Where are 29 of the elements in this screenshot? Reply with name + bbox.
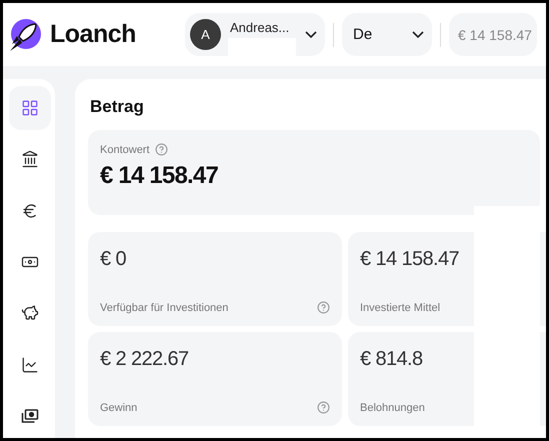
stat-value: € 0 [100, 248, 128, 271]
stat-value: € 2 222.67 [100, 348, 190, 371]
section-title: Betrag [89, 97, 145, 117]
rocket-logo-icon [8, 18, 42, 52]
brand-name: Loanch [50, 20, 136, 49]
help-icon[interactable] [154, 143, 168, 156]
bank-icon [20, 150, 38, 168]
summary-label: Kontowert [100, 144, 150, 156]
stat-label: Investierte Mittel [360, 302, 440, 314]
chevron-icon [305, 31, 317, 38]
language-select[interactable]: De [342, 13, 432, 56]
stat-value: € 814.8 [360, 348, 424, 371]
balance-display: € 14 158.47 [449, 13, 537, 56]
help-icon[interactable] [317, 301, 330, 314]
euro-icon [20, 202, 38, 220]
chart-icon [20, 356, 38, 374]
user-name: Andreas... [230, 20, 290, 35]
summary-value: € 14 158.47 [100, 162, 219, 190]
grid-icon [20, 99, 38, 118]
piggy-bank-icon [20, 304, 38, 322]
stat-label: Gewinn [100, 402, 138, 414]
avatar: A [190, 19, 221, 50]
chevron-icon [412, 31, 424, 38]
stat-value: € 14 158.47 [360, 248, 460, 271]
stat-label: Belohnungen [360, 402, 425, 414]
help-icon[interactable] [317, 401, 330, 414]
user-menu[interactable]: A Andreas... [185, 13, 325, 56]
cash-icon [20, 406, 38, 425]
stat-label: Verfügbar für Investitionen [100, 302, 228, 314]
